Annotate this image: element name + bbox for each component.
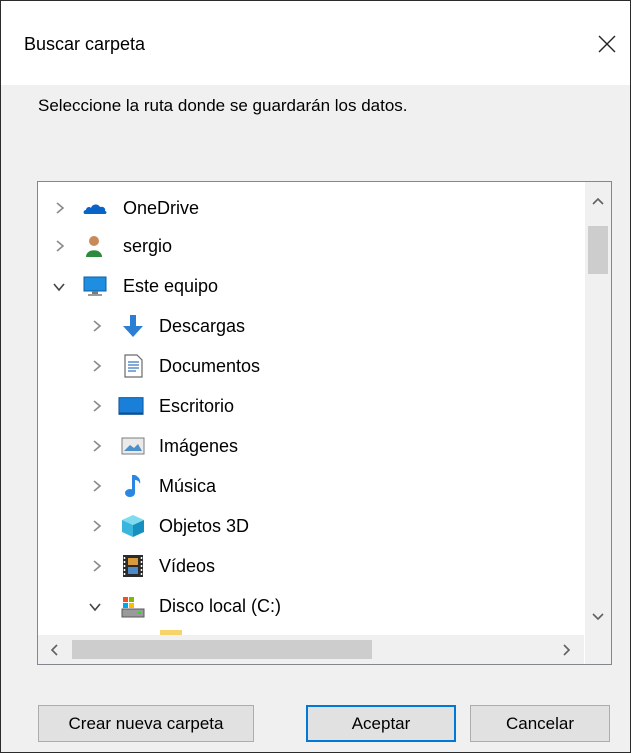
local-disk-icon bbox=[121, 597, 145, 618]
document-icon bbox=[124, 354, 143, 378]
chevron-right-icon bbox=[563, 644, 571, 656]
horizontal-scrollbar[interactable] bbox=[38, 635, 584, 664]
chevron-up-icon bbox=[592, 197, 604, 205]
computer-icon bbox=[83, 276, 107, 296]
browse-folder-dialog: Buscar carpeta Seleccione la ruta donde … bbox=[0, 0, 631, 753]
scrollbar-corner bbox=[585, 635, 611, 664]
new-folder-button[interactable]: Crear nueva carpeta bbox=[38, 705, 254, 742]
chevron-down-icon bbox=[592, 613, 604, 621]
tree-item-imagenes[interactable]: Imágenes bbox=[38, 427, 584, 465]
tree-view[interactable]: OneDrive sergio Este equipo Descargas Do… bbox=[38, 182, 584, 635]
pictures-icon bbox=[121, 437, 145, 455]
tree-item-musica[interactable]: Música bbox=[38, 467, 584, 505]
tree-item-label: Objetos 3D bbox=[159, 516, 250, 536]
tree-item-label: Música bbox=[159, 476, 217, 496]
music-note-icon bbox=[125, 475, 141, 497]
scroll-down-button[interactable] bbox=[588, 606, 608, 626]
tree-item-label: sergio bbox=[123, 236, 173, 256]
tree-item-documentos[interactable]: Documentos bbox=[38, 347, 584, 385]
tree-item-label: OneDrive bbox=[123, 198, 200, 218]
chevron-left-icon bbox=[50, 644, 58, 656]
tree-item-label: Vídeos bbox=[159, 556, 216, 576]
close-icon bbox=[598, 35, 616, 53]
instruction-text: Seleccione la ruta donde se guardarán lo… bbox=[38, 96, 408, 115]
horizontal-scroll-thumb[interactable] bbox=[72, 640, 372, 659]
vertical-scrollbar[interactable] bbox=[585, 182, 611, 635]
tree-item-objetos-3d[interactable]: Objetos 3D bbox=[38, 507, 584, 545]
close-button[interactable] bbox=[584, 21, 630, 67]
vertical-scroll-thumb[interactable] bbox=[588, 226, 608, 274]
chevron-right-icon[interactable] bbox=[90, 359, 104, 373]
dialog-title: Buscar carpeta bbox=[24, 34, 146, 54]
tree-item-este-equipo[interactable]: Este equipo bbox=[38, 267, 584, 305]
chevron-right-icon[interactable] bbox=[90, 559, 104, 573]
scroll-left-button[interactable] bbox=[45, 640, 65, 660]
accept-button[interactable]: Aceptar bbox=[306, 705, 456, 742]
tree-item-label: Documentos bbox=[159, 356, 261, 376]
chevron-right-icon[interactable] bbox=[90, 519, 104, 533]
tree-item-videos[interactable]: Vídeos bbox=[38, 547, 584, 585]
tree-item-sergio[interactable]: sergio bbox=[38, 227, 584, 265]
tree-item-escritorio[interactable]: Escritorio bbox=[38, 387, 584, 425]
tree-item-label: Descargas bbox=[159, 316, 246, 336]
chevron-right-icon[interactable] bbox=[90, 479, 104, 493]
scroll-right-button[interactable] bbox=[556, 640, 576, 660]
title-bar: Buscar carpeta bbox=[1, 1, 630, 85]
download-arrow-icon bbox=[123, 315, 143, 337]
tree-item-label: Escritorio bbox=[159, 396, 235, 416]
onedrive-cloud-icon bbox=[83, 204, 107, 214]
tree-item-label: Este equipo bbox=[123, 276, 219, 296]
folder-tree[interactable]: OneDrive sergio Este equipo Descargas Do… bbox=[37, 181, 612, 665]
chevron-right-icon[interactable] bbox=[53, 201, 67, 215]
tree-item-label: Imágenes bbox=[159, 436, 239, 456]
scroll-up-button[interactable] bbox=[588, 192, 608, 212]
tree-item-descargas[interactable]: Descargas bbox=[38, 307, 584, 345]
chevron-down-icon[interactable] bbox=[52, 280, 66, 294]
chevron-down-icon[interactable] bbox=[88, 600, 102, 614]
tree-item-disco-local-c[interactable]: Disco local (C:) bbox=[38, 587, 584, 625]
chevron-right-icon[interactable] bbox=[53, 239, 67, 253]
chevron-right-icon[interactable] bbox=[90, 439, 104, 453]
chevron-right-icon[interactable] bbox=[90, 399, 104, 413]
cube-3d-icon bbox=[122, 515, 144, 537]
tree-item-label: Disco local (C:) bbox=[159, 596, 282, 616]
chevron-right-icon[interactable] bbox=[90, 319, 104, 333]
desktop-icon bbox=[118, 397, 144, 415]
user-icon bbox=[86, 236, 102, 257]
cancel-button[interactable]: Cancelar bbox=[470, 705, 610, 742]
film-icon bbox=[123, 555, 143, 577]
tree-item-onedrive[interactable]: OneDrive bbox=[38, 189, 584, 227]
